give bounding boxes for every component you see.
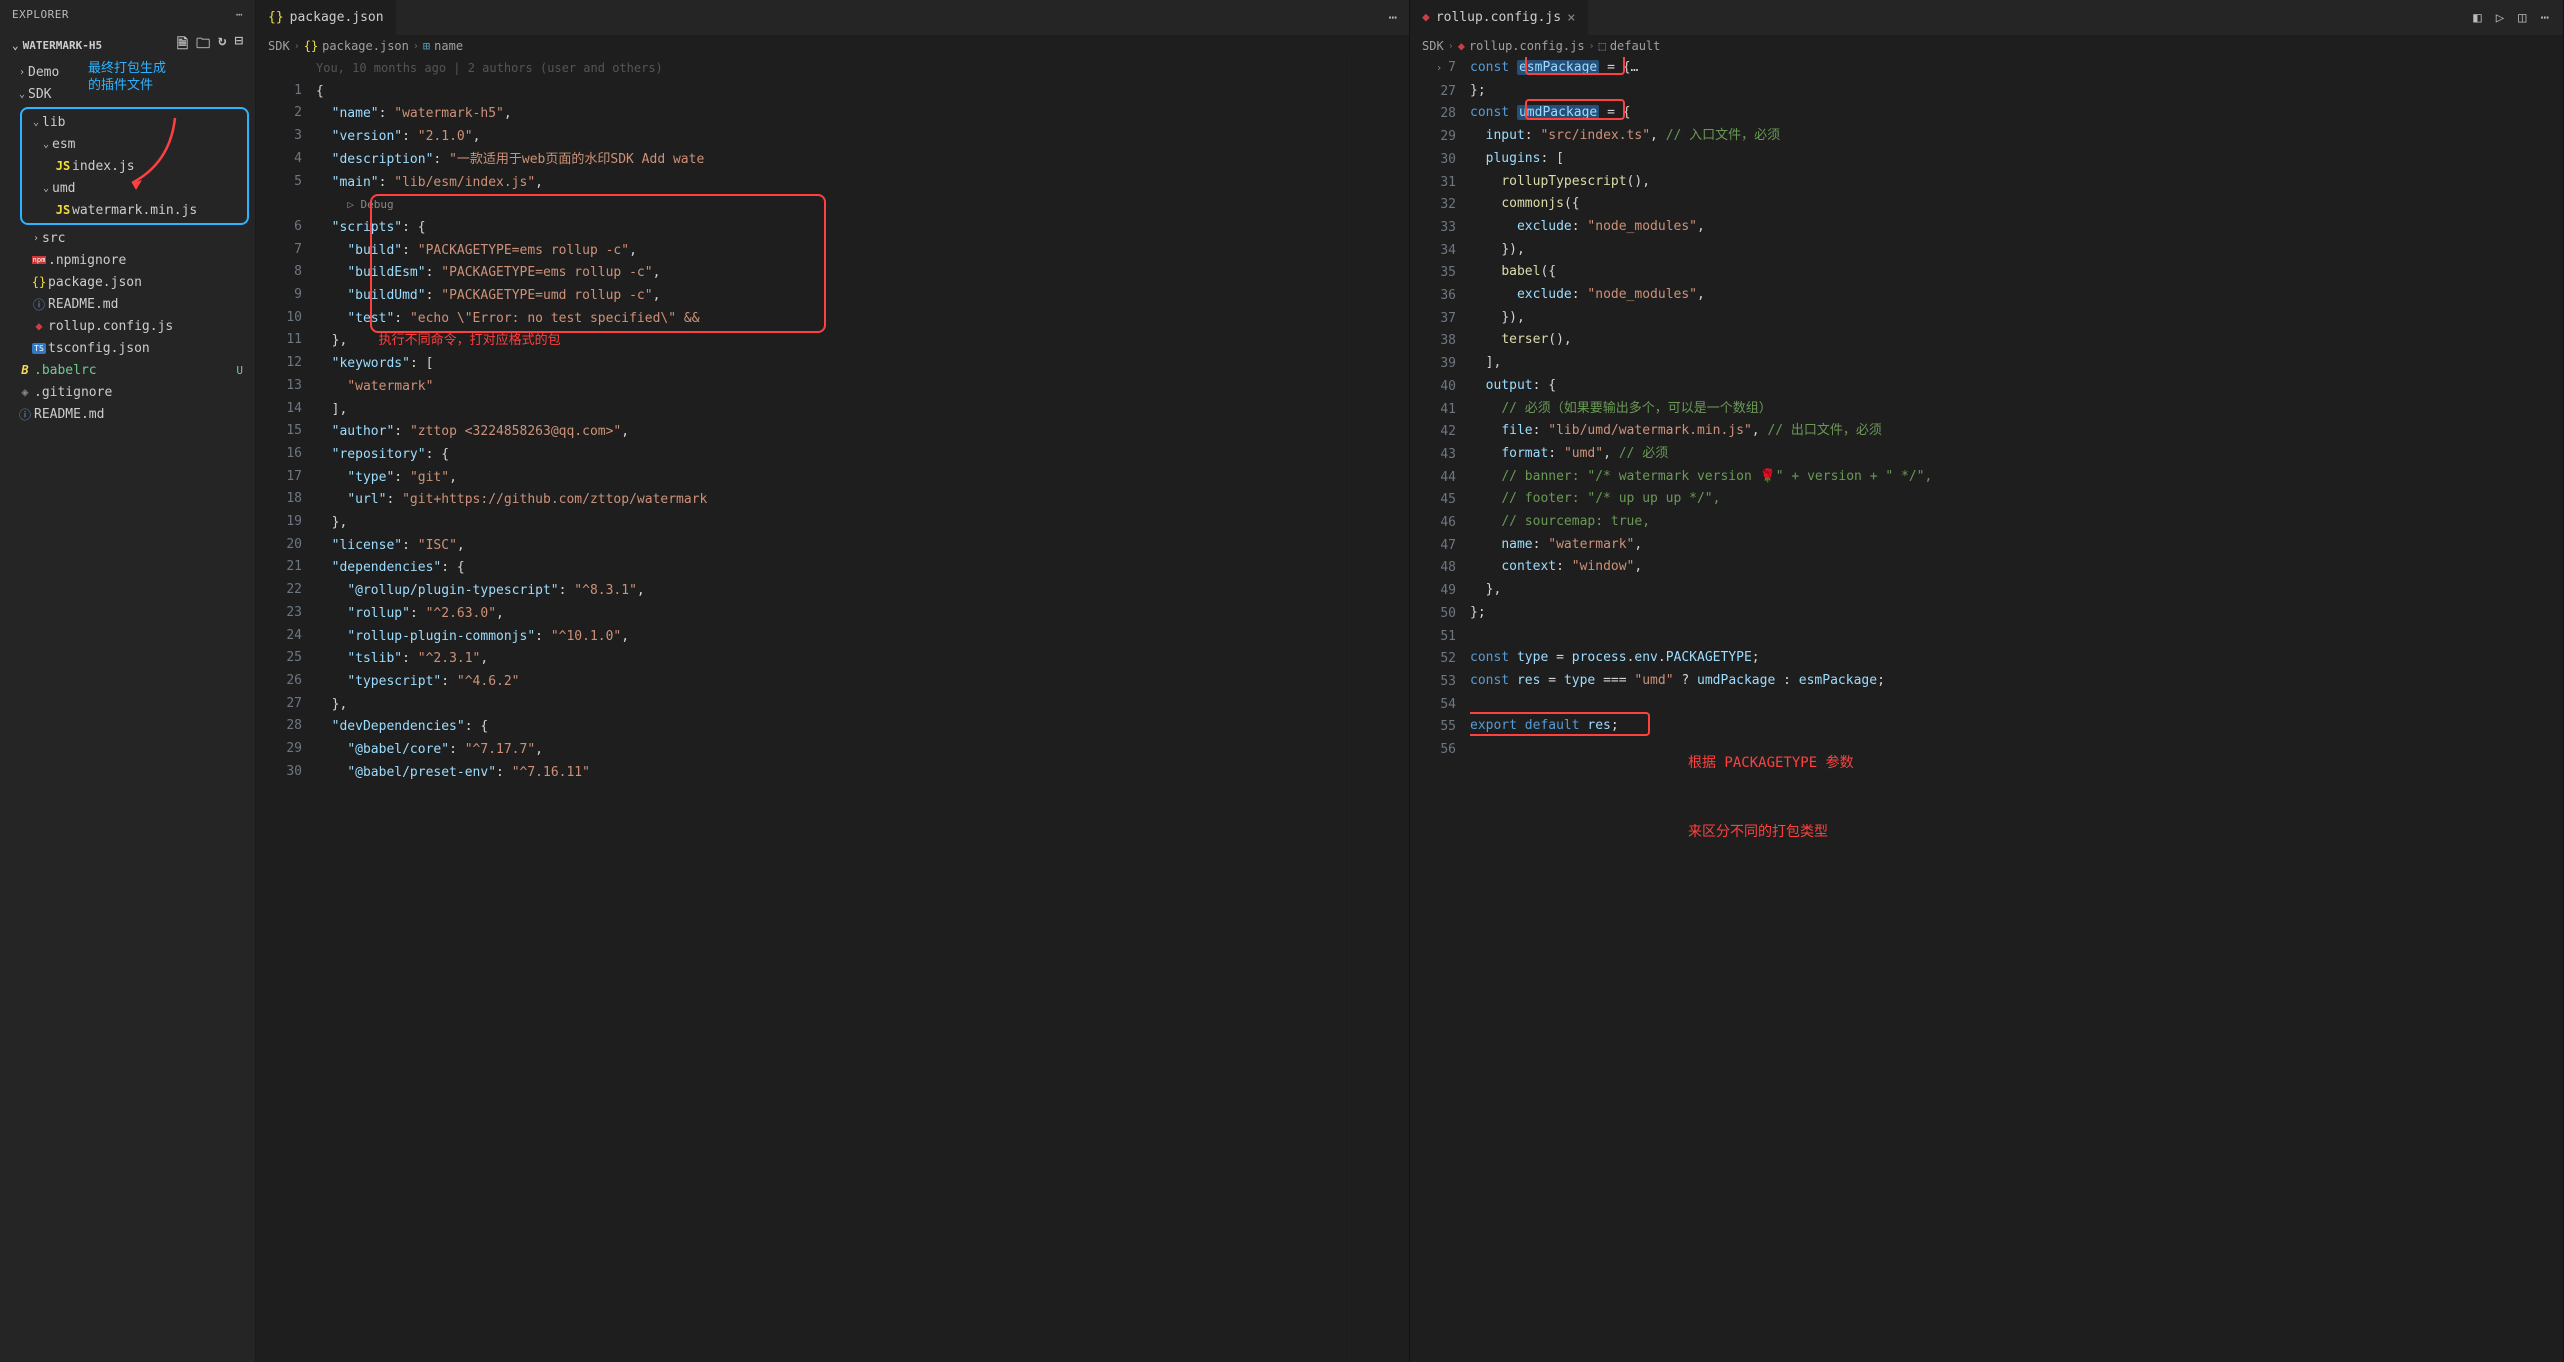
tree-file-packagejson[interactable]: {}package.json (0, 271, 255, 293)
editor-left: {} package.json ⋯ SDK› {}package.json› ⊞… (256, 0, 1410, 1362)
code-right[interactable]: const esmPackage = {…};const umdPackage … (1470, 57, 2563, 1362)
explorer-header: EXPLORER ⋯ (0, 0, 255, 29)
editor-body-left[interactable]: 12345 6789101112131415161718192021222324… (256, 57, 1409, 1362)
tree-folder-demo[interactable]: ›Demo (0, 61, 255, 83)
tab-rollup[interactable]: ◆ rollup.config.js × (1410, 0, 1589, 35)
code-left[interactable]: You, 10 months ago | 2 authors (user and… (316, 57, 1349, 1362)
rollup-icon: ◆ (1422, 10, 1430, 25)
tabs-left: {} package.json ⋯ (256, 0, 1409, 35)
more-icon[interactable]: ⋯ (236, 8, 243, 21)
tree-folder-lib[interactable]: ⌄lib (26, 111, 245, 133)
explorer-sidebar: EXPLORER ⋯ ⌄ WATERMARK-H5 🗎 🗀 ↻ ⊟ 最终打包生成… (0, 0, 256, 1362)
explorer-title: EXPLORER (12, 8, 69, 21)
editor-area: {} package.json ⋯ SDK› {}package.json› ⊞… (256, 0, 2564, 1362)
tree-folder-sdk[interactable]: ⌄SDK (0, 83, 255, 105)
tree-folder-src[interactable]: ›src (0, 227, 255, 249)
collapse-icon[interactable]: ⊟ (235, 33, 243, 57)
chevron-down-icon: ⌄ (12, 39, 19, 52)
new-file-icon[interactable]: 🗎 (177, 33, 188, 57)
minimap-left[interactable] (1349, 57, 1409, 1362)
refresh-icon[interactable]: ↻ (218, 33, 226, 57)
editor-body-right[interactable]: › 72728293031323334353637383940414243444… (1410, 57, 2563, 1362)
annotation-red-umd-box (1525, 99, 1625, 120)
editor-right: ◆ rollup.config.js × ◧ ▷ ◫ ⋯ SDK› ◆rollu… (1410, 0, 2564, 1362)
tabs-right: ◆ rollup.config.js × ◧ ▷ ◫ ⋯ (1410, 0, 2563, 35)
json-icon: {} (268, 10, 284, 25)
tree-folder-umd[interactable]: ⌄umd (26, 177, 245, 199)
tree-folder-esm[interactable]: ⌄esm (26, 133, 245, 155)
gutter-left: 12345 6789101112131415161718192021222324… (256, 57, 316, 1362)
annotation-red-bottom: 根据 PACKAGETYPE 参数 来区分不同的打包类型 (1688, 707, 1854, 889)
annotation-blue-box: ⌄lib ⌄esm JSindex.js ⌄umd JSwatermark.mi… (20, 107, 249, 225)
breadcrumb-right[interactable]: SDK› ◆rollup.config.js› ⬚default (1410, 35, 2563, 57)
tree-file-readme-sdk[interactable]: ⓘREADME.md (0, 293, 255, 315)
close-icon[interactable]: × (1567, 10, 1575, 26)
new-folder-icon[interactable]: 🗀 (196, 33, 210, 57)
tree-file-gitignore[interactable]: ◈.gitignore (0, 381, 255, 403)
tree-file-watermarkmin[interactable]: JSwatermark.min.js (26, 199, 245, 221)
breadcrumb-left[interactable]: SDK› {}package.json› ⊞name (256, 35, 1409, 57)
tab-package-json[interactable]: {} package.json (256, 0, 397, 35)
tab-more-icon[interactable]: ⋯ (1377, 10, 1409, 26)
tree-file-babelrc[interactable]: B.babelrcU (0, 359, 255, 381)
split-icon[interactable]: ◫ (2518, 10, 2526, 26)
annotation-red-scripts-box (370, 194, 826, 333)
tab-more-icon[interactable]: ⋯ (2541, 10, 2549, 26)
tree-file-npmignore[interactable]: npm.npmignore (0, 249, 255, 271)
compare-icon[interactable]: ◧ (2473, 10, 2481, 26)
tree-file-indexjs[interactable]: JSindex.js (26, 155, 245, 177)
tree-file-readme-root[interactable]: ⓘREADME.md (0, 403, 255, 425)
run-icon[interactable]: ▷ (2496, 10, 2504, 26)
gutter-right: › 72728293031323334353637383940414243444… (1410, 57, 1470, 1362)
workspace-name: WATERMARK-H5 (23, 39, 102, 52)
annotation-red-export-box (1470, 712, 1650, 736)
workspace-header[interactable]: ⌄ WATERMARK-H5 🗎 🗀 ↻ ⊟ (0, 29, 255, 61)
annotation-red-esm-box (1525, 57, 1625, 75)
tree-file-rollupconfig[interactable]: ◆rollup.config.js (0, 315, 255, 337)
tree-file-tsconfig[interactable]: TStsconfig.json (0, 337, 255, 359)
